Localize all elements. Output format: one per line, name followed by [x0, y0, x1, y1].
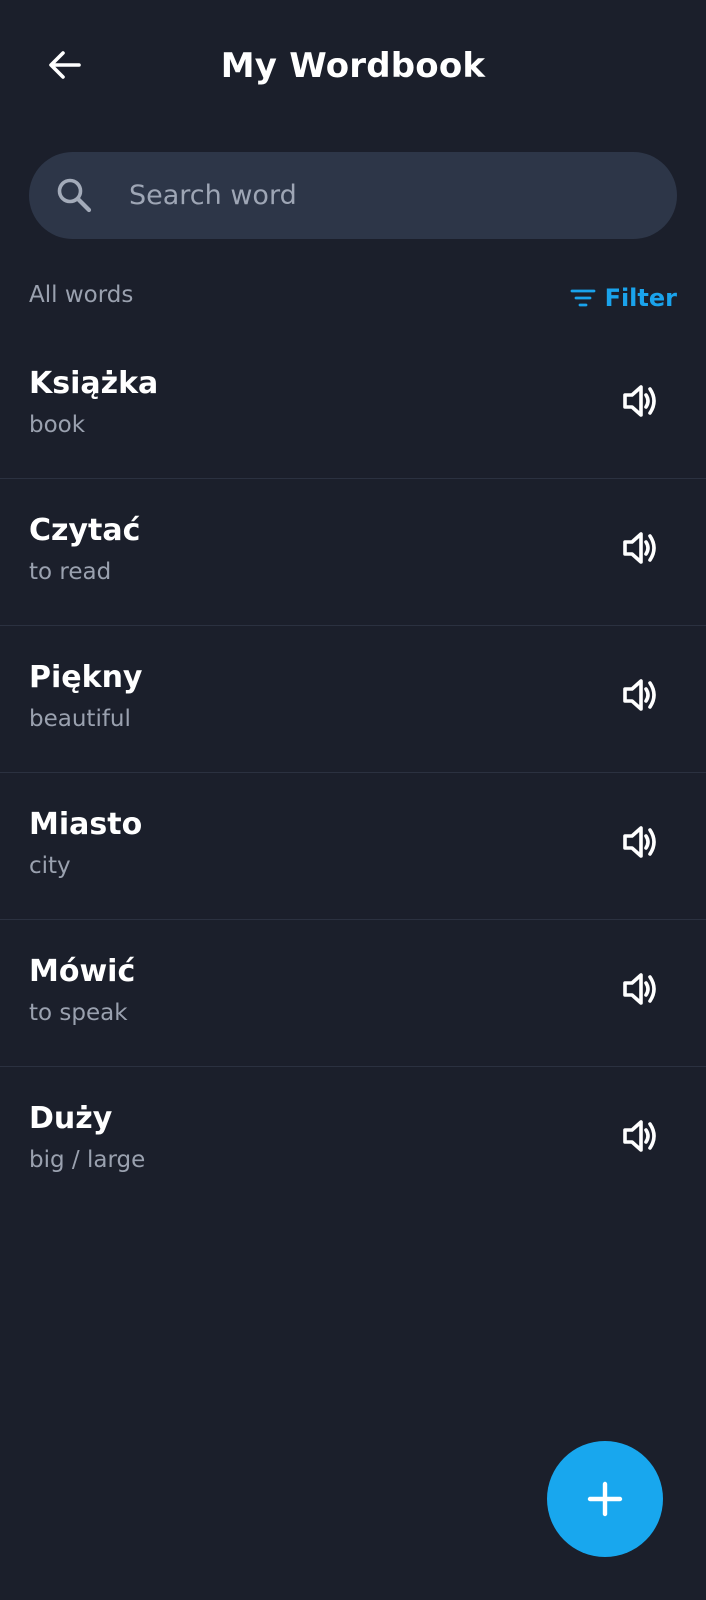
wordbook-screen: My Wordbook All words Filter Książka boo…	[0, 0, 706, 1600]
pronounce-button[interactable]	[618, 525, 664, 571]
search-input[interactable]	[129, 152, 649, 239]
word-term: Czytać	[29, 513, 141, 548]
list-header: All words Filter	[29, 278, 677, 318]
speaker-icon	[623, 385, 656, 417]
pronounce-button[interactable]	[618, 1113, 664, 1159]
word-translation: book	[29, 412, 86, 438]
pronounce-button[interactable]	[618, 966, 664, 1012]
word-list: Książka book Czytać to read Piękny beaut…	[0, 332, 706, 1214]
list-item[interactable]: Książka book	[0, 332, 706, 479]
speaker-icon	[623, 532, 656, 564]
word-term: Książka	[29, 366, 159, 401]
speaker-icon	[623, 973, 656, 1005]
search-bar[interactable]	[29, 152, 677, 239]
list-item[interactable]: Mówić to speak	[0, 920, 706, 1067]
list-item[interactable]: Piękny beautiful	[0, 626, 706, 773]
section-label: All words	[29, 282, 134, 308]
search-icon	[55, 176, 93, 214]
speaker-icon	[623, 679, 656, 711]
speaker-icon	[623, 826, 656, 858]
add-word-button[interactable]	[547, 1441, 663, 1557]
pronounce-button[interactable]	[618, 378, 664, 424]
word-translation: to speak	[29, 1000, 128, 1026]
word-term: Miasto	[29, 807, 143, 842]
page-title: My Wordbook	[220, 46, 486, 86]
word-translation: big / large	[29, 1147, 146, 1173]
list-item[interactable]: Duży big / large	[0, 1067, 706, 1214]
filter-icon	[570, 289, 595, 307]
list-item[interactable]: Czytać to read	[0, 479, 706, 626]
filter-button[interactable]: Filter	[570, 278, 677, 318]
word-term: Mówić	[29, 954, 136, 989]
filter-label: Filter	[604, 284, 677, 312]
pronounce-button[interactable]	[618, 672, 664, 718]
list-item[interactable]: Miasto city	[0, 773, 706, 920]
word-translation: city	[29, 853, 71, 879]
word-term: Piękny	[29, 660, 143, 695]
pronounce-button[interactable]	[618, 819, 664, 865]
word-translation: beautiful	[29, 706, 131, 732]
speaker-icon	[623, 1120, 656, 1152]
top-bar: My Wordbook	[0, 0, 706, 135]
word-translation: to read	[29, 559, 112, 585]
plus-icon	[587, 1481, 623, 1517]
word-term: Duży	[29, 1101, 113, 1136]
